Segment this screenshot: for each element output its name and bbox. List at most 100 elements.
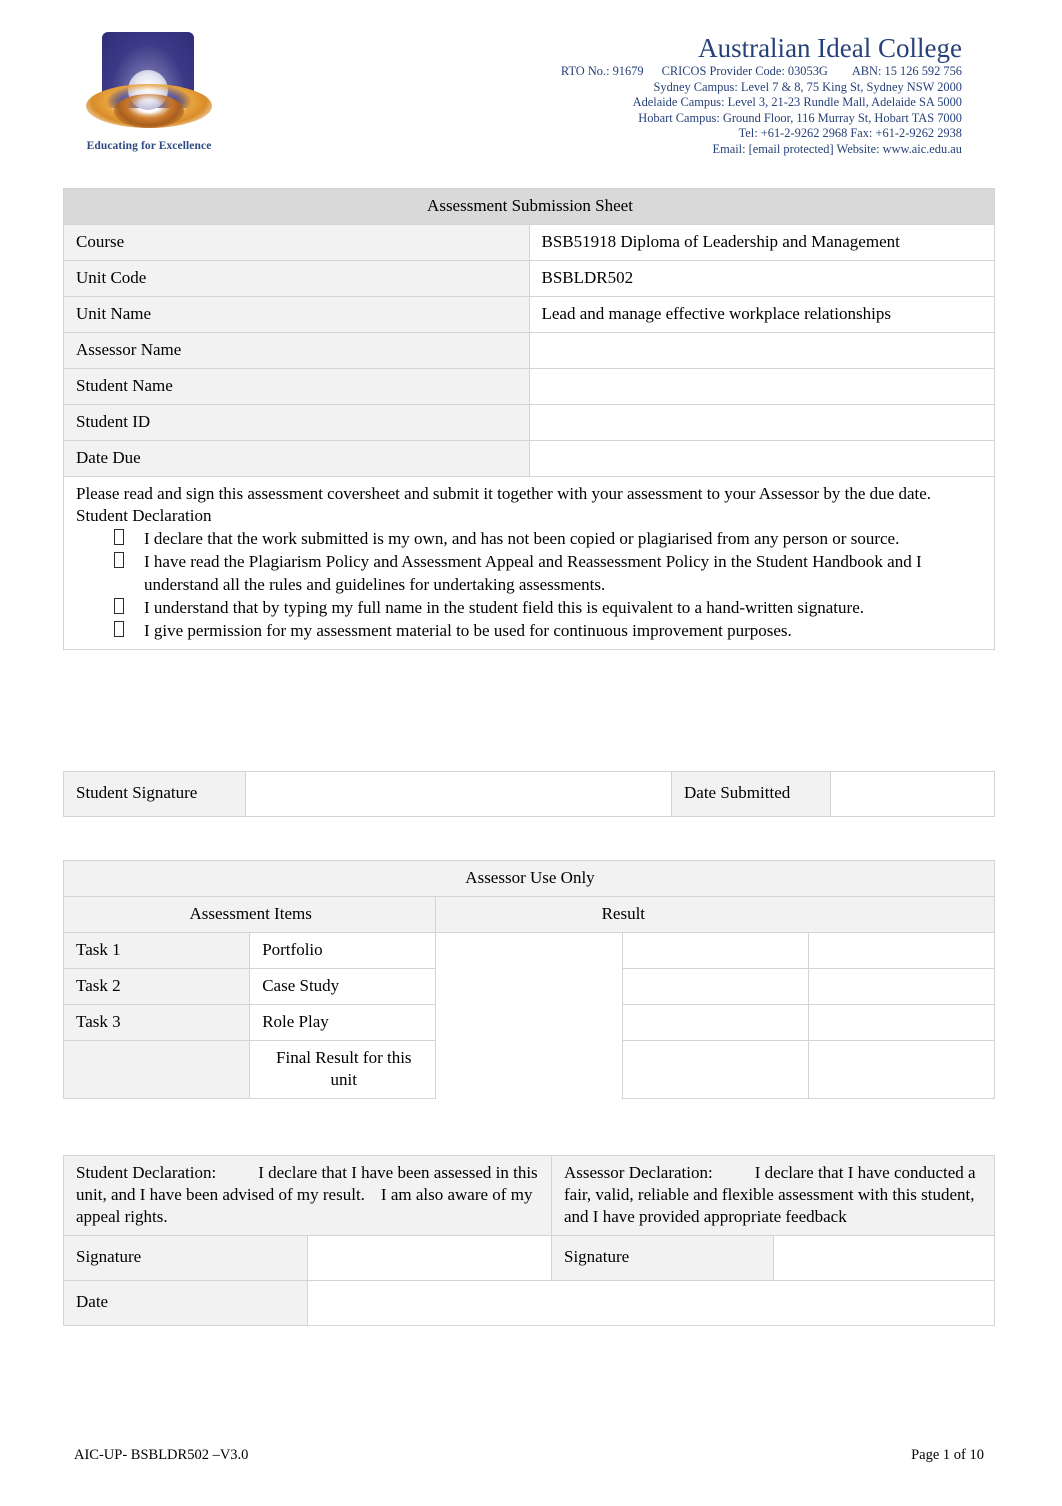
submission-instruction: Please read and sign this assessment cov…	[76, 484, 932, 503]
declaration-item-text: I give permission for my assessment mate…	[144, 621, 792, 640]
task-result-a[interactable]	[621, 1004, 809, 1041]
empty-box-icon	[114, 552, 124, 568]
student-declaration-list: I declare that the work submitted is my …	[76, 527, 984, 642]
declaration-item-text: I have read the Plagiarism Policy and As…	[144, 552, 922, 594]
row-spacer	[435, 968, 623, 1005]
final-result-b[interactable]	[807, 1040, 996, 1099]
logo-swoosh-inner	[114, 94, 184, 128]
value-course[interactable]: BSB51918 Diploma of Leadership and Manag…	[528, 224, 995, 261]
student-declaration-label: Student Declaration:	[76, 1163, 217, 1182]
column-header-result-spacer	[808, 896, 996, 933]
table-row-unit-code: Unit Code BSBLDR502	[63, 260, 995, 297]
assessment-submission-table: Assessment Submission Sheet Course BSB51…	[63, 188, 995, 650]
value-student-id[interactable]	[528, 404, 995, 441]
student-signature-table: Student Signature Date Submitted	[63, 771, 995, 817]
assessor-declaration-label: Assessor Declaration:	[564, 1163, 713, 1182]
label-student-id: Student ID	[63, 404, 530, 441]
declaration-item: I declare that the work submitted is my …	[114, 527, 984, 550]
table-row-task: Task 1 Portfolio	[62, 932, 996, 969]
label-course: Course	[63, 224, 530, 261]
assessor-use-only-title: Assessor Use Only	[63, 860, 995, 897]
empty-box-icon	[114, 529, 124, 545]
task-number: Task 2	[62, 968, 251, 1005]
row-spacer	[435, 1004, 623, 1041]
table-row-assessor-name: Assessor Name	[63, 332, 995, 369]
registration-line: RTO No.: 91679 CRICOS Provider Code: 0305…	[561, 64, 962, 80]
table-title-row: Assessment Submission Sheet	[63, 188, 995, 225]
college-details: Australian Ideal College RTO No.: 91679 C…	[561, 32, 962, 158]
row-spacer	[435, 932, 623, 969]
value-date-due[interactable]	[528, 440, 995, 477]
final-signature-row: Signature Signature	[63, 1235, 995, 1281]
abn-number: ABN: 15 126 592 756	[851, 64, 962, 78]
label-date-submitted: Date Submitted	[671, 771, 831, 817]
document-page: Educating for Excellence Australian Idea…	[0, 0, 1062, 1506]
declaration-item: I give permission for my assessment mate…	[114, 619, 984, 642]
college-name: Australian Ideal College	[698, 33, 962, 63]
table-row-final-result: Final Result for this unit	[62, 1040, 996, 1099]
student-declaration-block: Please read and sign this assessment cov…	[63, 476, 995, 650]
signature-row: Student Signature Date Submitted	[63, 771, 995, 817]
declaration-item: I have read the Plagiarism Policy and As…	[114, 550, 984, 596]
phone-fax: Tel: +61-2-9262 2968 Fax: +61-2-9262 293…	[738, 126, 962, 141]
table-row-task: Task 3 Role Play	[62, 1004, 996, 1041]
declaration-item: I understand that by typing my full name…	[114, 596, 984, 619]
assessor-title-row: Assessor Use Only	[63, 860, 995, 897]
row-spacer	[435, 1040, 623, 1099]
column-header-assessment-items: Assessment Items	[62, 896, 437, 933]
document-header: Educating for Excellence Australian Idea…	[0, 0, 1062, 168]
table-row-task: Task 2 Case Study	[62, 968, 996, 1005]
label-final-student-signature: Signature	[63, 1235, 308, 1281]
label-student-signature: Student Signature	[63, 771, 246, 817]
field-date-submitted[interactable]	[830, 771, 995, 817]
task-number: Task 1	[62, 932, 251, 969]
footer-doc-code: AIC-UP- BSBLDR502 –V3.0	[74, 1447, 249, 1463]
table-row-course: Course BSB51918 Diploma of Leadership an…	[63, 224, 995, 261]
value-assessor-name[interactable]	[528, 332, 995, 369]
assessor-use-only-table: Assessor Use Only Assessment Items Resul…	[62, 860, 996, 1099]
final-result-a[interactable]	[621, 1040, 809, 1099]
rto-number: RTO No.: 91679	[560, 64, 644, 78]
document-footer: AIC-UP- BSBLDR502 –V3.0 Page 1 of 10	[74, 1447, 984, 1464]
email-website: Email: [email protected] Website: www.ai…	[712, 141, 962, 156]
table-row-date-due: Date Due	[63, 440, 995, 477]
label-unit-code: Unit Code	[63, 260, 530, 297]
student-final-declaration: Student Declaration: I declare that I hav…	[63, 1155, 552, 1236]
logo-tagline: Educating for Excellence	[86, 140, 212, 152]
value-unit-name[interactable]: Lead and manage effective workplace rela…	[528, 296, 995, 333]
task-result-b[interactable]	[807, 932, 996, 969]
field-final-date[interactable]	[307, 1280, 995, 1326]
campus-hobart: Hobart Campus: Ground Floor, 116 Murray …	[638, 110, 962, 125]
field-final-student-signature[interactable]	[307, 1235, 552, 1281]
label-unit-name: Unit Name	[63, 296, 530, 333]
college-logo: Educating for Excellence	[74, 28, 224, 152]
label-date-due: Date Due	[63, 440, 530, 477]
campus-sydney: Sydney Campus: Level 7 & 8, 75 King St, …	[653, 79, 962, 94]
final-result-spacer	[62, 1040, 251, 1099]
student-declaration-heading: Student Declaration	[76, 506, 212, 525]
table-row-student-name: Student Name	[63, 368, 995, 405]
task-result-b[interactable]	[807, 968, 996, 1005]
field-student-signature[interactable]	[245, 771, 672, 817]
table-row-unit-name: Unit Name Lead and manage effective work…	[63, 296, 995, 333]
final-declarations-table: Student Declaration: I declare that I hav…	[63, 1155, 995, 1326]
assessor-header-row: Assessment Items Result	[62, 896, 996, 933]
task-item: Case Study	[249, 968, 437, 1005]
task-result-b[interactable]	[807, 1004, 996, 1041]
task-result-a[interactable]	[621, 932, 809, 969]
task-number: Task 3	[62, 1004, 251, 1041]
page-title: Assessment Submission Sheet	[63, 188, 995, 225]
label-student-name: Student Name	[63, 368, 530, 405]
table-row-student-id: Student ID	[63, 404, 995, 441]
value-student-name[interactable]	[528, 368, 995, 405]
value-unit-code[interactable]: BSBLDR502	[528, 260, 995, 297]
cricos-code: CRICOS Provider Code: 03053G	[661, 64, 828, 78]
declaration-item-text: I declare that the work submitted is my …	[144, 529, 900, 548]
field-final-assessor-signature[interactable]	[772, 1235, 995, 1281]
task-item: Portfolio	[249, 932, 437, 969]
campus-adelaide: Adelaide Campus: Level 3, 21-23 Rundle M…	[632, 95, 962, 110]
label-assessor-name: Assessor Name	[63, 332, 530, 369]
task-result-a[interactable]	[621, 968, 809, 1005]
shield-logo-icon	[84, 28, 214, 136]
empty-box-icon	[114, 621, 124, 637]
